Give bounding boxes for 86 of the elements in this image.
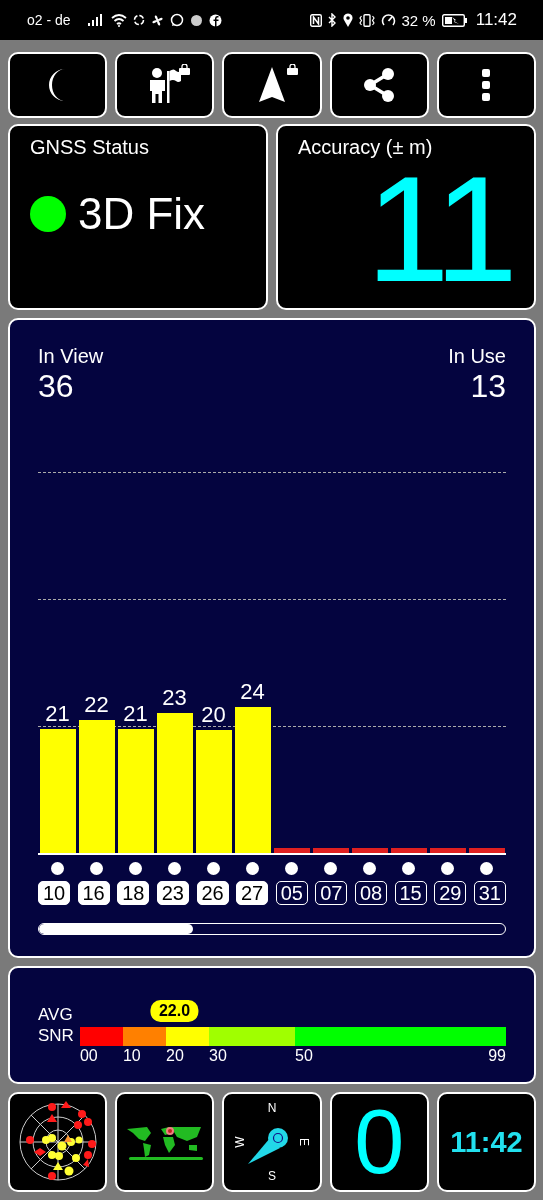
scale-label: 00: [79, 1047, 98, 1064]
satellite-id: 27: [236, 881, 269, 905]
navigation-button[interactable]: [222, 52, 322, 118]
card-title: Accuracy (± m): [298, 136, 434, 159]
scale-label: 50: [295, 1047, 313, 1064]
pinwheel-icon: [150, 13, 164, 27]
scale-label: 10: [122, 1047, 141, 1064]
avg-label: AVG: [38, 1004, 74, 1025]
snr-value: 24: [239, 679, 266, 706]
compass-north: N: [267, 1101, 277, 1115]
night-mode-button[interactable]: [8, 52, 108, 118]
satellite-id: 23: [156, 881, 189, 905]
gauge-icon: [380, 13, 396, 27]
snr-value: 22: [83, 691, 110, 718]
scale-label: 20: [166, 1047, 184, 1064]
satellite-id: 10: [38, 881, 70, 905]
navigation-arrow-icon: [258, 67, 286, 103]
person-flag-icon: [147, 67, 182, 103]
wifi-icon: [110, 13, 127, 27]
in-view-count: 36: [38, 368, 75, 405]
satellite-id: 26: [196, 881, 229, 905]
compass-needle-icon: [246, 1126, 290, 1166]
carrier-name: o2 - de: [27, 12, 71, 28]
scroll-thumb[interactable]: [39, 924, 193, 934]
scale-label: 30: [209, 1047, 227, 1064]
satellite-id: 29: [434, 881, 467, 905]
in-view-label: In View: [38, 345, 104, 368]
clock: 11:42: [475, 10, 517, 30]
satellite-dot: [285, 862, 298, 875]
compass-west: W: [233, 1136, 248, 1148]
accuracy-value: 11: [366, 163, 514, 295]
more-icon: [482, 69, 491, 101]
compass-south: S: [268, 1169, 276, 1183]
in-use-label: In Use: [448, 345, 506, 368]
scale-label: 99: [488, 1047, 506, 1065]
lock-icon: [286, 64, 298, 75]
count-value: 0: [354, 1097, 405, 1187]
waypoint-button[interactable]: [115, 52, 215, 118]
location-icon: [342, 13, 353, 27]
satellite-id: 16: [77, 881, 110, 905]
signal-icon: [86, 14, 105, 26]
card-title: GNSS Status: [30, 136, 150, 159]
satellite-dot: [90, 862, 103, 875]
in-use-count: 13: [470, 368, 506, 405]
satellite-dot: [207, 862, 220, 875]
menu-button[interactable]: [436, 52, 536, 118]
satellite-id: 15: [394, 881, 427, 905]
satellite-dot: [324, 862, 337, 875]
battery-percent: 32 %: [401, 11, 436, 29]
bluetooth-icon: [327, 13, 337, 27]
clock-tile[interactable]: 11:42: [436, 1092, 536, 1192]
satellite-id: 07: [315, 881, 348, 905]
satellite-id: 08: [355, 881, 387, 905]
snr-value: 21: [44, 701, 71, 728]
chat-icon: [169, 13, 184, 27]
satellite-dot: [480, 862, 493, 875]
satellite-id: 18: [117, 881, 150, 905]
app-icon: [132, 14, 145, 26]
social-icon: [208, 13, 222, 27]
nfc-icon: [309, 13, 322, 27]
satellite-dot: [363, 862, 376, 875]
satellite-dot: [51, 862, 64, 875]
satellite-id: 31: [473, 881, 506, 905]
snr-marker: 22.0: [150, 1000, 199, 1022]
sky-plot-tile[interactable]: [8, 1092, 108, 1192]
world-map-tile[interactable]: [115, 1092, 215, 1192]
share-button[interactable]: [329, 52, 429, 118]
vibrate-icon: [358, 13, 375, 27]
snr-value: 23: [161, 684, 188, 711]
satellite-id: 05: [275, 881, 308, 905]
snr-value: 21: [122, 701, 149, 728]
share-icon: [363, 68, 396, 102]
satellite-dot: [168, 862, 181, 875]
clock-value: 11:42: [450, 1125, 523, 1159]
satellite-dot: [129, 862, 142, 875]
snr-label: SNR: [38, 1025, 74, 1046]
satellite-dot: [441, 862, 454, 875]
fix-status: 3D Fix: [78, 189, 206, 239]
battery-icon: [441, 13, 468, 27]
snr-value: 20: [200, 702, 227, 729]
satellite-count-tile[interactable]: 0: [329, 1092, 429, 1192]
compass-tile[interactable]: N E S W: [222, 1092, 322, 1192]
compass-east: E: [296, 1138, 311, 1146]
lock-icon: [179, 64, 191, 75]
satellite-dot: [246, 862, 259, 875]
satellite-dot: [402, 862, 415, 875]
